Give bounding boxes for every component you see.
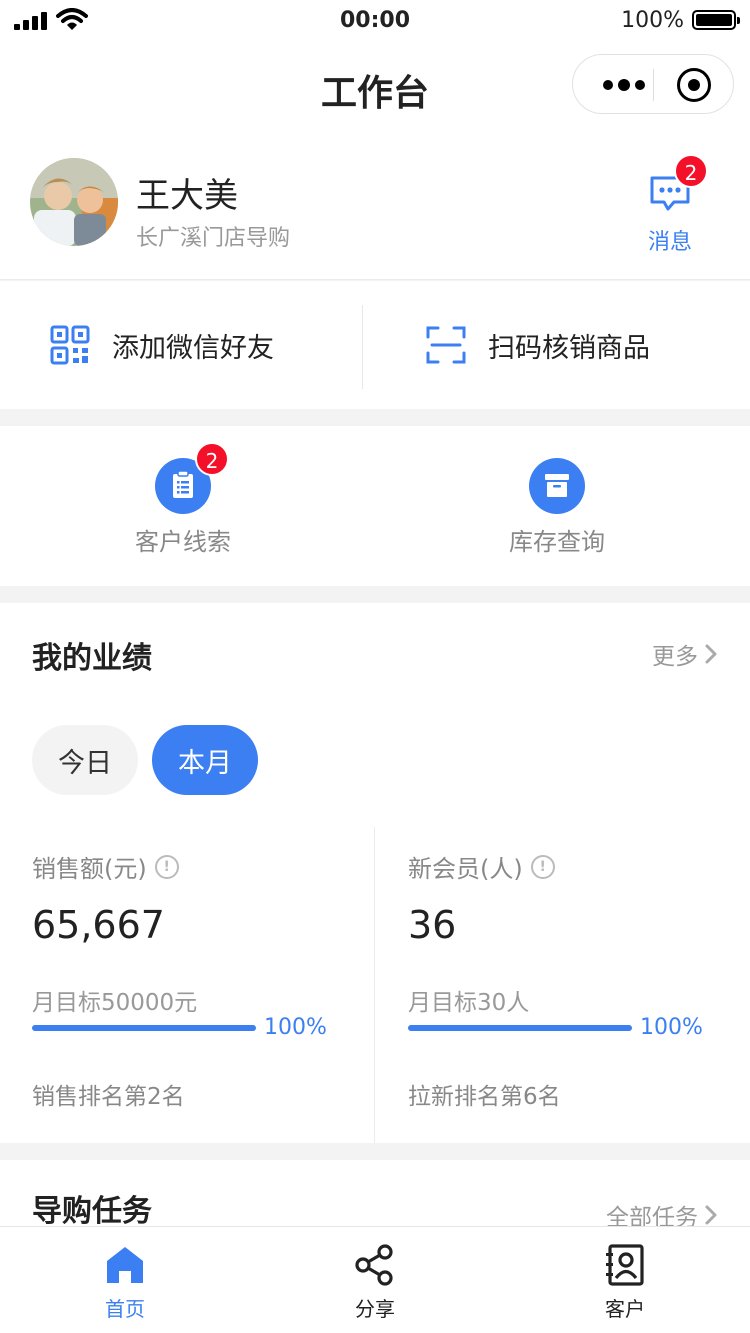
add-wechat-friend-button[interactable]: 添加微信好友 — [50, 281, 274, 409]
tools-grid: 2 客户线索 库存查询 — [0, 426, 750, 586]
capsule-divider — [653, 69, 654, 101]
messages-label: 消息 — [647, 230, 692, 255]
share-icon — [355, 1244, 393, 1286]
user-store: 长广溪门店导购 — [136, 226, 291, 251]
profile-card: 王大美 长广溪门店导购 消息 2 — [0, 128, 750, 280]
new-members-progress-fill — [408, 1025, 632, 1031]
contacts-icon — [606, 1244, 644, 1286]
performance-more-label: 更多 — [652, 644, 698, 670]
nav-bar: 工作台 — [0, 44, 750, 128]
scan-verify-label: 扫码核销商品 — [488, 332, 650, 364]
tab-home-label: 首页 — [105, 1297, 145, 1321]
new-members-progress-bar — [408, 1025, 632, 1031]
sales-progress-bar — [32, 1025, 256, 1031]
performance-title: 我的业绩 — [32, 641, 152, 676]
archive-box-icon — [529, 458, 585, 514]
tab-this-month[interactable]: 本月 — [152, 725, 258, 795]
info-icon[interactable]: ! — [530, 854, 555, 879]
performance-section: 我的业绩 更多 今日 本月 销售额(元) ! 65,667 月目标50000元 … — [0, 603, 750, 1143]
scan-verify-button[interactable]: 扫码核销商品 — [426, 281, 650, 409]
messages-button[interactable]: 消息 2 — [638, 154, 708, 256]
qrcode-icon — [50, 325, 90, 365]
quick-actions-divider — [362, 305, 363, 389]
tab-customers[interactable]: 客户 — [500, 1227, 750, 1333]
sales-value: 65,667 — [32, 903, 165, 947]
customer-leads-label: 客户线索 — [135, 528, 231, 556]
sales-rank: 销售排名第2名 — [32, 1084, 185, 1110]
battery-icon — [692, 10, 740, 30]
customer-leads-badge: 2 — [195, 442, 229, 476]
performance-more-link[interactable]: 更多 — [652, 637, 718, 671]
tab-customers-label: 客户 — [605, 1297, 645, 1321]
avatar[interactable] — [30, 158, 118, 246]
inventory-query-label: 库存查询 — [509, 528, 605, 556]
new-members-rank: 拉新排名第6名 — [408, 1084, 561, 1110]
new-members-value: 36 — [408, 903, 457, 947]
chevron-right-icon — [705, 644, 717, 664]
close-miniprogram-icon[interactable] — [677, 68, 711, 102]
sales-label: 销售额(元) — [32, 855, 147, 883]
tab-share[interactable]: 分享 — [250, 1227, 500, 1333]
metrics-divider — [374, 827, 375, 1143]
tab-today[interactable]: 今日 — [32, 725, 138, 795]
sales-progress-fill — [32, 1025, 256, 1031]
sales-target: 月目标50000元 — [32, 990, 198, 1016]
miniprogram-capsule — [572, 54, 734, 114]
tasks-section: 导购任务 全部任务 — [0, 1160, 750, 1231]
chevron-right-icon — [705, 1205, 717, 1225]
status-bar: 00:00 100% — [0, 0, 750, 44]
new-members-progress-percent: 100% — [640, 1015, 703, 1040]
tab-home[interactable]: 首页 — [0, 1227, 250, 1333]
battery-percent: 100% — [621, 8, 684, 33]
new-members-target: 月目标30人 — [408, 990, 530, 1016]
add-wechat-friend-label: 添加微信好友 — [112, 332, 274, 364]
home-icon — [107, 1247, 143, 1283]
sales-progress-percent: 100% — [264, 1015, 327, 1040]
new-members-label: 新会员(人) — [408, 855, 523, 883]
tab-share-label: 分享 — [355, 1297, 395, 1321]
scan-icon — [426, 326, 466, 364]
quick-actions: 添加微信好友 扫码核销商品 — [0, 281, 750, 409]
customer-leads-button[interactable]: 2 客户线索 — [63, 426, 303, 586]
tasks-title: 导购任务 — [32, 1194, 152, 1229]
inventory-query-button[interactable]: 库存查询 — [437, 426, 677, 586]
tab-bar: 首页 分享 客户 — [0, 1226, 750, 1333]
user-name: 王大美 — [136, 176, 238, 216]
more-options-icon[interactable] — [595, 55, 653, 115]
info-icon[interactable]: ! — [154, 854, 179, 879]
messages-badge: 2 — [674, 154, 708, 188]
